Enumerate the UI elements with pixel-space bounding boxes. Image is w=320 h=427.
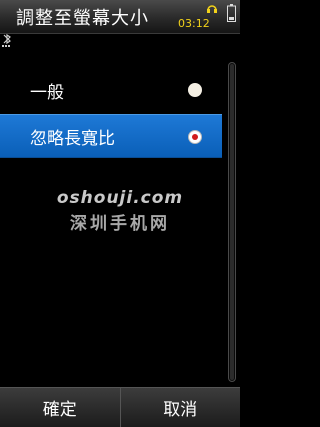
radio-button-icon[interactable]	[188, 83, 202, 97]
cancel-softkey[interactable]: 取消	[119, 388, 241, 427]
network-indicator-icon	[2, 34, 11, 47]
headset-icon	[207, 5, 217, 13]
option-list: 一般 忽略長寬比	[0, 68, 222, 158]
option-label: 忽略長寬比	[30, 128, 115, 149]
watermark-site-name: 深圳手机网	[70, 214, 170, 234]
watermark-url: oshouji.com	[56, 188, 184, 208]
ok-softkey[interactable]: 確定	[0, 388, 120, 427]
title-bar: 調整至螢幕大小 03:12	[0, 0, 240, 34]
option-label: 一般	[30, 82, 64, 103]
softkey-bar: 確定 取消	[0, 387, 240, 427]
battery-icon	[227, 4, 236, 22]
page-title: 調整至螢幕大小	[16, 8, 149, 29]
radio-button-checked-icon[interactable]	[188, 130, 202, 144]
option-normal[interactable]: 一般	[0, 68, 222, 112]
watermark: oshouji.com 深圳手机网	[0, 188, 240, 234]
clock: 03:12	[178, 17, 210, 30]
option-ignore-aspect-ratio[interactable]: 忽略長寬比	[0, 114, 222, 158]
